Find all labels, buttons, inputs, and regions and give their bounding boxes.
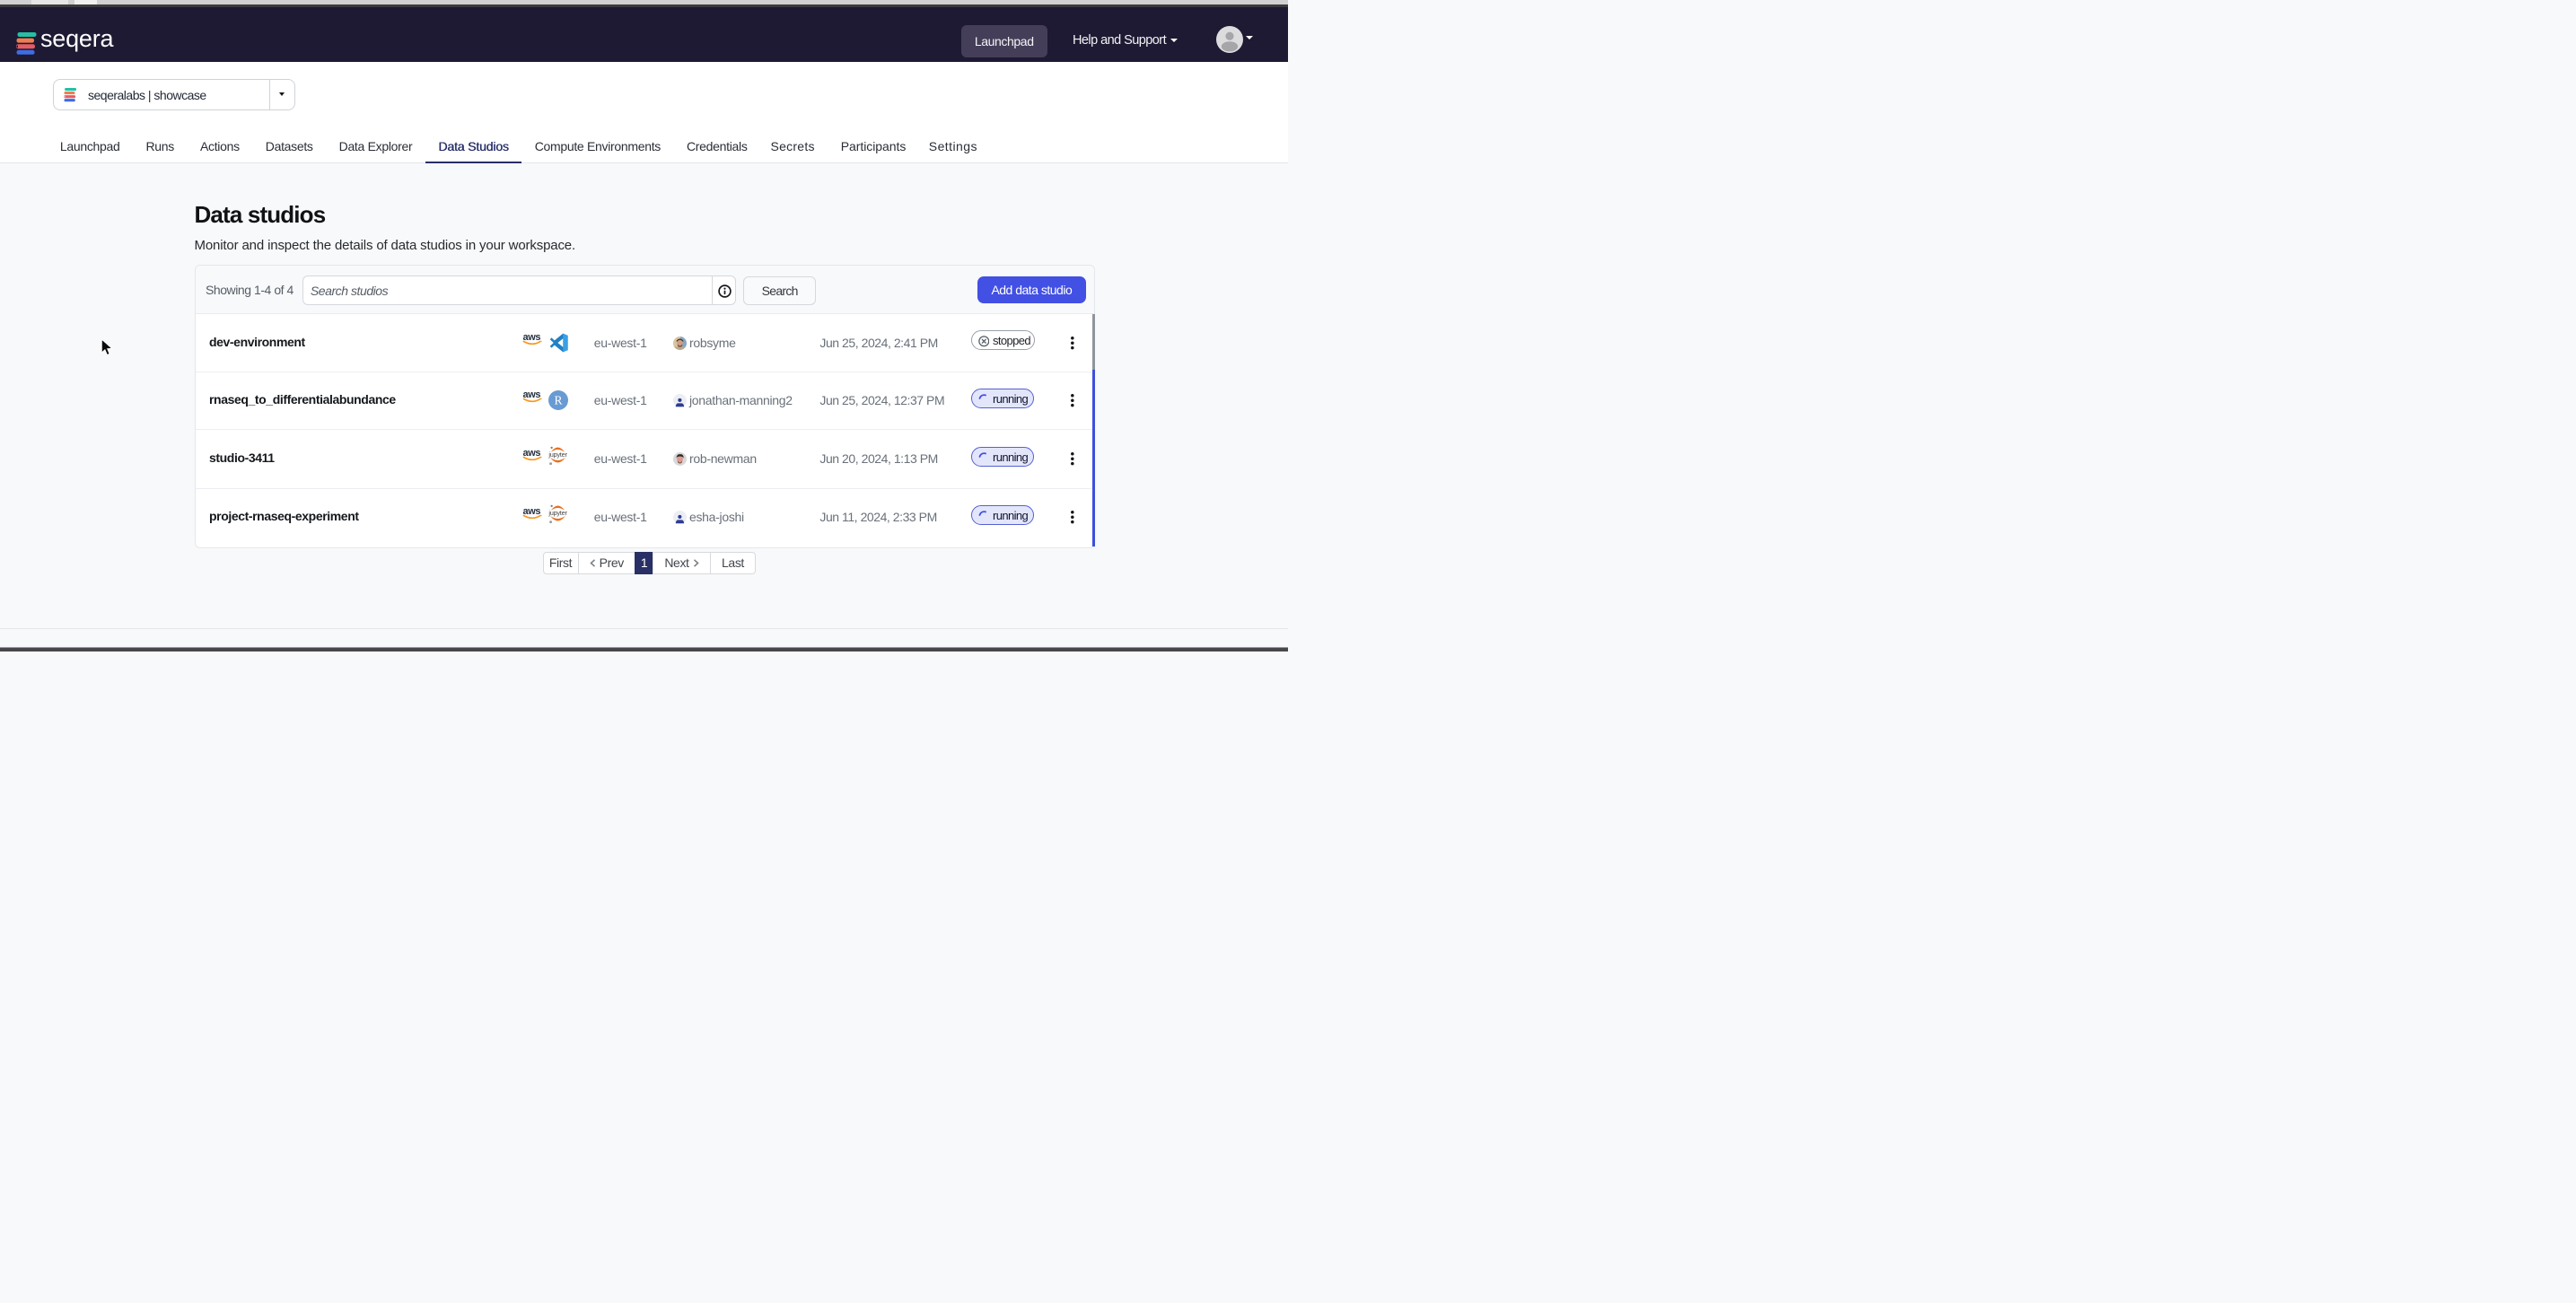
svg-text:R: R [554,394,562,407]
svg-text:aws: aws [522,506,540,517]
svg-text:aws: aws [522,332,540,343]
svg-text:jupyter: jupyter [548,509,568,517]
svg-text:jupyter: jupyter [548,450,568,459]
svg-text:aws: aws [522,389,540,400]
svg-text:aws: aws [522,448,540,459]
